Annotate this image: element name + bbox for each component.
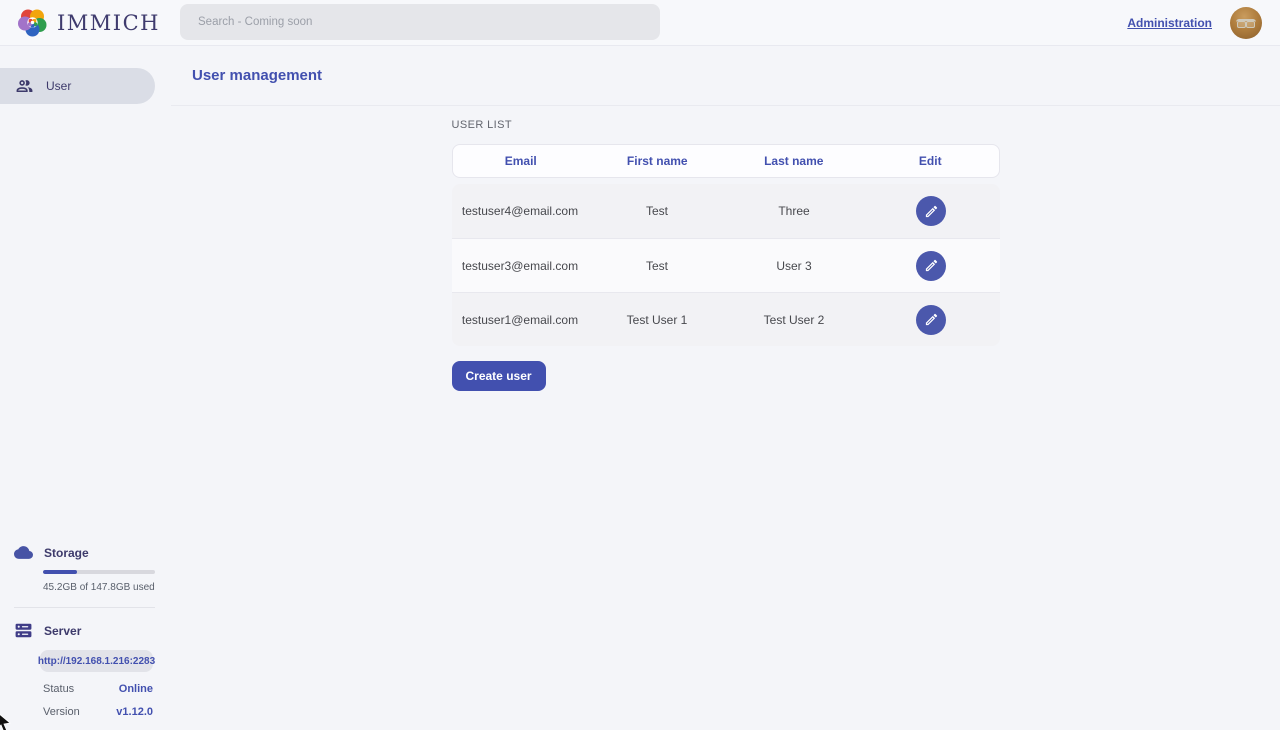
cell-email: testuser1@email.com: [452, 313, 589, 327]
cell-first-name: Test: [589, 204, 726, 218]
server-title: Server: [44, 624, 81, 638]
table-header-row: Email First name Last name Edit: [452, 144, 1000, 178]
cell-first-name: Test User 1: [589, 313, 726, 327]
top-bar: IMMICH Administration: [0, 0, 1280, 46]
admin-sidebar: User Storage 45.2GB of 147.8GB used: [0, 46, 171, 730]
user-list-label: USER LIST: [452, 119, 1000, 131]
users-icon: [15, 77, 34, 96]
storage-progress-fill: [43, 570, 77, 574]
edit-user-button[interactable]: [916, 305, 946, 335]
avatar[interactable]: [1230, 7, 1262, 39]
cell-last-name: Three: [726, 204, 863, 218]
edit-user-button[interactable]: [916, 251, 946, 281]
cell-email: testuser3@email.com: [452, 259, 589, 273]
pencil-icon: [924, 204, 939, 219]
page-header: User management: [171, 46, 1280, 106]
version-label: Version: [43, 706, 80, 718]
sidebar-footer: Storage 45.2GB of 147.8GB used: [0, 543, 171, 718]
cloud-icon: [14, 543, 33, 562]
sidebar-item-label: User: [46, 79, 71, 93]
avatar-photo-detail: [1236, 19, 1256, 26]
status-label: Status: [43, 683, 74, 695]
storage-section: Storage 45.2GB of 147.8GB used: [0, 543, 171, 593]
pencil-icon: [924, 258, 939, 273]
search-input[interactable]: [180, 4, 660, 40]
immich-logo-icon: [16, 6, 49, 39]
server-status-row: Status Online: [43, 683, 153, 695]
cell-email: testuser4@email.com: [452, 204, 589, 218]
storage-title: Storage: [44, 546, 89, 560]
column-header-edit: Edit: [862, 154, 999, 168]
page-title: User management: [192, 67, 322, 84]
sidebar-item-user[interactable]: User: [0, 68, 155, 104]
pencil-icon: [924, 312, 939, 327]
storage-usage-text: 45.2GB of 147.8GB used: [43, 582, 171, 593]
server-url-chip: http://192.168.1.216:2283: [40, 650, 153, 672]
user-table: Email First name Last name Edit testuser…: [452, 144, 1000, 346]
sidebar-divider: [14, 607, 155, 608]
table-row: testuser3@email.com Test User 3: [452, 238, 1000, 292]
cell-first-name: Test: [589, 259, 726, 273]
status-value: Online: [119, 683, 153, 695]
edit-user-button[interactable]: [916, 196, 946, 226]
main-panel: User management USER LIST Email First na…: [171, 46, 1280, 730]
storage-progress-bar: [43, 570, 155, 574]
server-icon: [14, 621, 33, 640]
table-row: testuser4@email.com Test Three: [452, 184, 1000, 238]
administration-link[interactable]: Administration: [1127, 16, 1212, 30]
create-user-button[interactable]: Create user: [452, 361, 546, 391]
server-version-row: Version v1.12.0: [43, 706, 153, 718]
server-section: Server http://192.168.1.216:2283 Status …: [0, 621, 171, 718]
cell-last-name: Test User 2: [726, 313, 863, 327]
app-wordmark: IMMICH: [57, 11, 160, 35]
column-header-first-name: First name: [589, 154, 726, 168]
table-row: testuser1@email.com Test User 1 Test Use…: [452, 292, 1000, 346]
column-header-email: Email: [453, 154, 590, 168]
mouse-cursor: [0, 713, 15, 730]
app-logo[interactable]: IMMICH: [16, 6, 160, 39]
column-header-last-name: Last name: [726, 154, 863, 168]
cell-last-name: User 3: [726, 259, 863, 273]
version-value: v1.12.0: [116, 706, 153, 718]
